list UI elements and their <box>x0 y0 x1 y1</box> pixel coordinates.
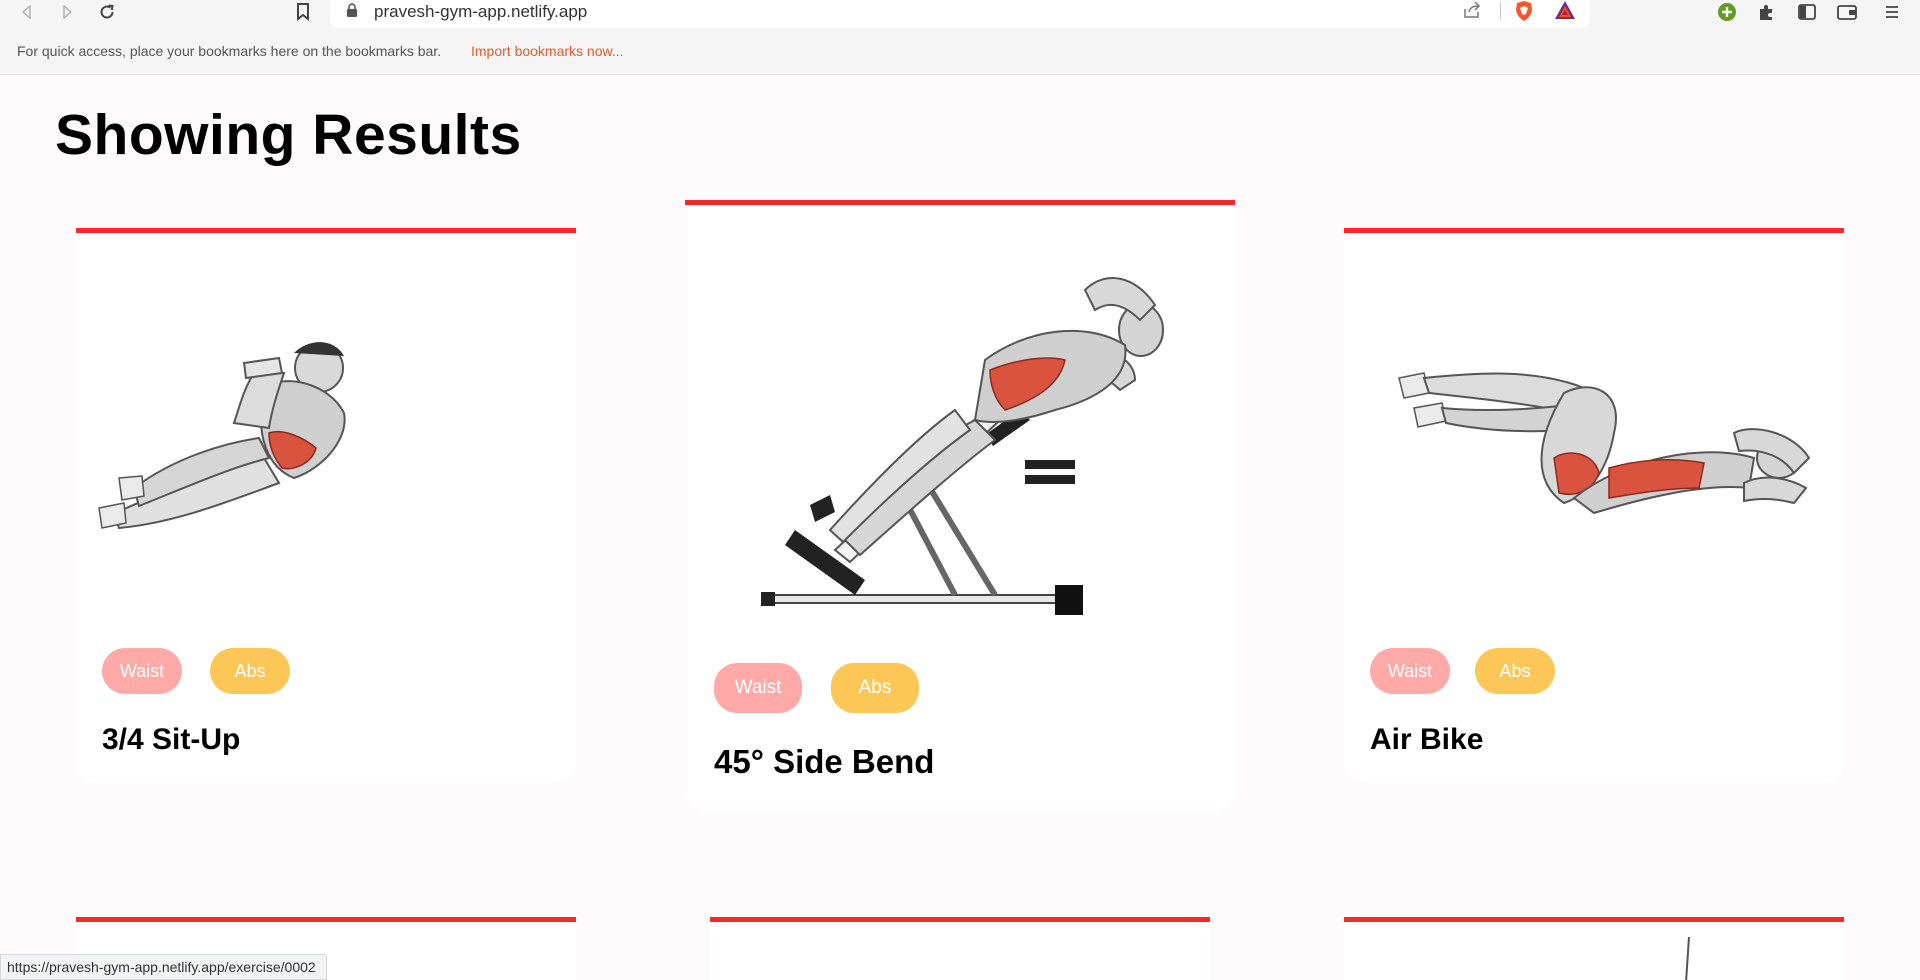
exercise-name: 45° Side Bend <box>714 743 935 780</box>
bookmarks-message: For quick access, place your bookmarks h… <box>17 43 442 59</box>
url-text[interactable]: pravesh-gym-app.netlify.app <box>374 2 587 22</box>
exercise-name: Air Bike <box>1370 723 1484 756</box>
share-icon[interactable] <box>1462 1 1482 24</box>
exercise-illustration <box>1394 363 1824 543</box>
forward-icon[interactable] <box>54 0 80 24</box>
tag-abs[interactable]: Abs <box>831 663 919 713</box>
exercise-name: 3/4 Sit-Up <box>102 723 241 756</box>
lock-icon[interactable] <box>346 3 358 22</box>
back-icon[interactable] <box>14 0 40 24</box>
exercise-card[interactable]: Waist Abs 45° Side Bend <box>685 200 1235 812</box>
exercise-illustration <box>755 250 1165 640</box>
browser-chrome: pravesh-gym-app.netlify.app For quick ac… <box>0 0 1920 75</box>
wallet-icon[interactable] <box>1835 0 1859 24</box>
exercise-card-partial[interactable] <box>710 917 1210 980</box>
menu-icon[interactable] <box>1880 0 1904 24</box>
bat-rewards-icon[interactable] <box>1554 0 1576 25</box>
browser-toolbar: pravesh-gym-app.netlify.app <box>0 0 1920 30</box>
tag-waist[interactable]: Waist <box>102 648 182 694</box>
brave-shield-icon[interactable] <box>1514 0 1534 27</box>
bookmarks-bar: For quick access, place your bookmarks h… <box>0 38 1920 66</box>
tag-waist[interactable]: Waist <box>1370 648 1450 694</box>
reload-icon[interactable] <box>94 0 120 24</box>
tag-abs[interactable]: Abs <box>1475 648 1555 694</box>
exercise-card-partial[interactable] <box>1344 917 1844 980</box>
address-bar[interactable]: pravesh-gym-app.netlify.app <box>330 0 1590 28</box>
extensions-icon[interactable] <box>1755 0 1779 24</box>
sidebar-icon[interactable] <box>1795 0 1819 24</box>
exercise-illustration <box>94 328 414 548</box>
page-title: Showing Results <box>55 103 522 167</box>
tag-waist[interactable]: Waist <box>714 663 802 713</box>
exercise-card[interactable]: Waist Abs 3/4 Sit-Up <box>76 228 576 783</box>
import-bookmarks-link[interactable]: Import bookmarks now... <box>471 43 624 59</box>
bookmark-icon[interactable] <box>290 0 316 24</box>
status-url-bar: https://pravesh-gym-app.netlify.app/exer… <box>0 954 327 980</box>
vpn-icon[interactable] <box>1715 0 1739 24</box>
address-divider <box>1500 2 1501 20</box>
tag-abs[interactable]: Abs <box>210 648 290 694</box>
exercise-illustration <box>1684 936 1690 980</box>
exercise-card[interactable]: Waist Abs Air Bike <box>1344 228 1844 783</box>
